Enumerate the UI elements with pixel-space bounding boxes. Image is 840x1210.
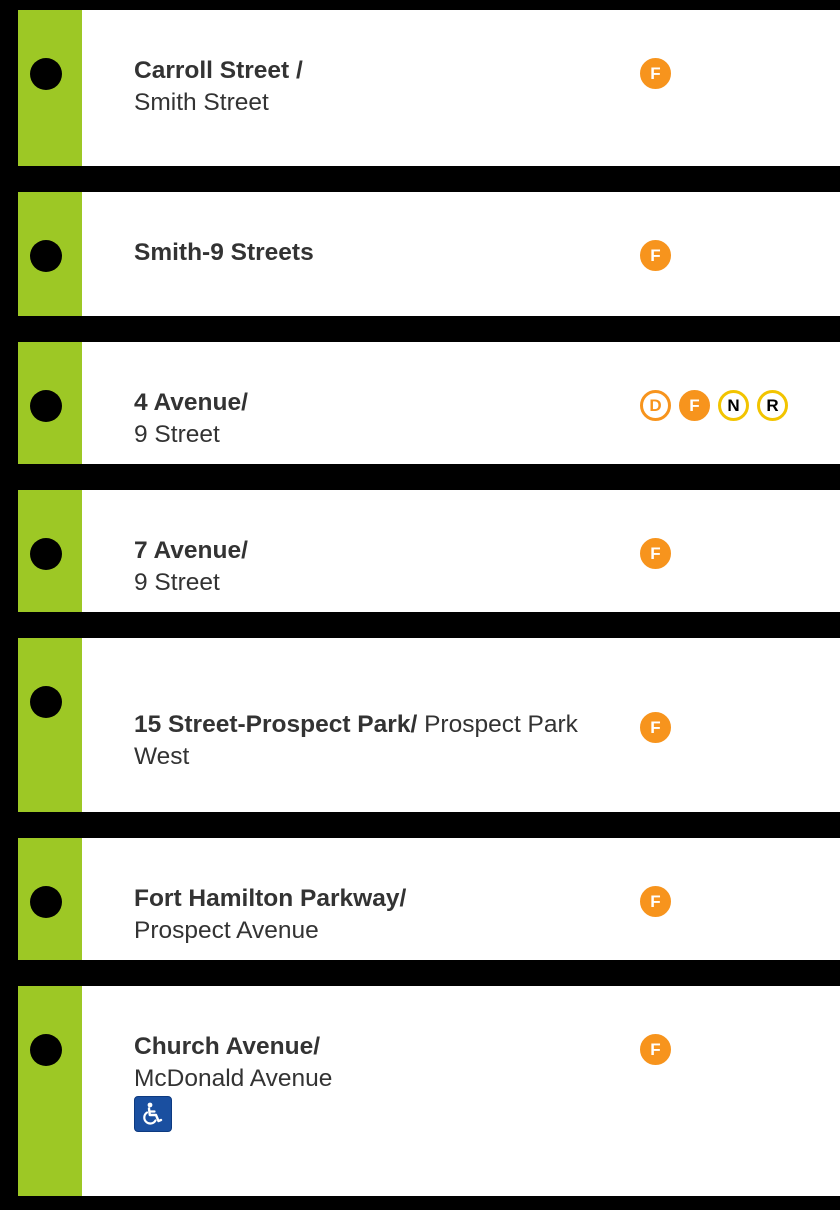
station-dot: [30, 58, 62, 90]
route-bullets: D F N R: [640, 390, 788, 421]
station-name-secondary: Prospect Avenue: [134, 917, 319, 944]
line-stripe: [18, 638, 82, 812]
station-row[interactable]: 7 Avenue/ 9 Street F: [18, 490, 840, 612]
route-f-bullet[interactable]: F: [640, 712, 671, 743]
route-f-bullet[interactable]: F: [640, 1034, 671, 1065]
station-name-primary: 4 Avenue/: [134, 389, 248, 416]
route-f-bullet[interactable]: F: [679, 390, 710, 421]
route-f-bullet[interactable]: F: [640, 58, 671, 89]
route-r-bullet[interactable]: R: [757, 390, 788, 421]
station-name-secondary: Smith Street: [134, 89, 269, 116]
station-dot: [30, 538, 62, 570]
route-f-bullet[interactable]: F: [640, 886, 671, 917]
station-name-secondary: McDonald Avenue: [134, 1065, 333, 1092]
route-bullets: F: [640, 712, 671, 743]
station-dot: [30, 390, 62, 422]
station-name: Fort Hamilton Parkway/ Prospect Avenue: [134, 883, 624, 947]
route-d-bullet[interactable]: D: [640, 390, 671, 421]
station-name-secondary: 9 Street: [134, 421, 220, 448]
station-name: Church Avenue/ McDonald Avenue: [134, 1031, 624, 1095]
station-name: Carroll Street / Smith Street: [134, 55, 624, 119]
station-name: 4 Avenue/ 9 Street: [134, 387, 624, 451]
station-row[interactable]: 15 Street-Prospect Park/ Prospect Park W…: [18, 638, 840, 812]
station-name-secondary: 9 Street: [134, 569, 220, 596]
route-f-bullet[interactable]: F: [640, 538, 671, 569]
wheelchair-icon: [134, 1096, 172, 1132]
station-name-primary: Smith-9 Streets: [134, 239, 314, 266]
station-name-primary: Church Avenue/: [134, 1033, 321, 1060]
station-row[interactable]: Carroll Street / Smith Street F: [18, 10, 840, 166]
line-stripe: [18, 986, 82, 1196]
station-name-primary: 15 Street-Prospect Park/: [134, 711, 418, 738]
station-row[interactable]: Fort Hamilton Parkway/ Prospect Avenue F: [18, 838, 840, 960]
station-name: 7 Avenue/ 9 Street: [134, 535, 624, 599]
station-name-primary: 7 Avenue/: [134, 537, 248, 564]
station-name: Smith-9 Streets: [134, 237, 624, 269]
station-name-primary: Fort Hamilton Parkway/: [134, 885, 407, 912]
station-dot: [30, 240, 62, 272]
route-bullets: F: [640, 58, 671, 89]
route-bullets: F: [640, 886, 671, 917]
station-row[interactable]: Smith-9 Streets F: [18, 192, 840, 316]
station-name-primary: Carroll Street /: [134, 57, 303, 84]
station-name: 15 Street-Prospect Park/ Prospect Park W…: [134, 709, 624, 773]
route-bullets: F: [640, 538, 671, 569]
station-row[interactable]: 4 Avenue/ 9 Street D F N R: [18, 342, 840, 464]
route-f-bullet[interactable]: F: [640, 240, 671, 271]
route-bullets: F: [640, 240, 671, 271]
route-bullets: F: [640, 1034, 671, 1065]
route-n-bullet[interactable]: N: [718, 390, 749, 421]
station-dot: [30, 686, 62, 718]
station-row[interactable]: Church Avenue/ McDonald Avenue F: [18, 986, 840, 1196]
station-dot: [30, 886, 62, 918]
station-dot: [30, 1034, 62, 1066]
